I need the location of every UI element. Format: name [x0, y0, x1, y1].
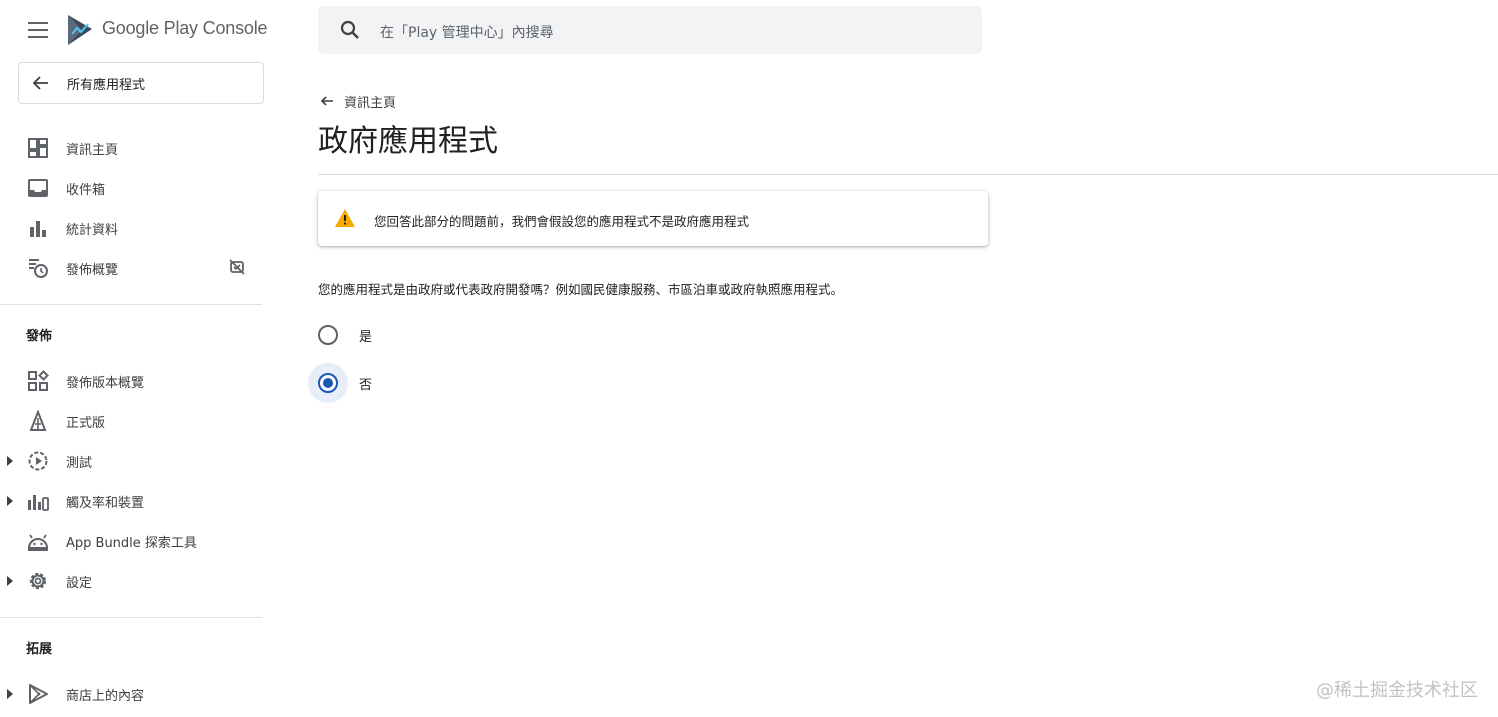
all-apps-label: 所有應用程式	[67, 77, 146, 93]
radio-button-yes[interactable]	[308, 315, 348, 355]
publishing-overview-icon	[29, 259, 48, 278]
sync-off-icon	[229, 259, 245, 275]
sidebar-item-label: 發佈版本概覽	[66, 376, 145, 391]
caret-right-icon[interactable]	[6, 455, 14, 467]
sidebar-item-label: 收件箱	[66, 183, 106, 198]
sidebar-item-release-overview[interactable]: 發佈版本概覽	[0, 361, 262, 401]
sidebar-item-dashboard[interactable]: 資訊主頁	[0, 128, 262, 168]
radio-label-no: 否	[359, 377, 373, 393]
all-apps-button[interactable]: 所有應用程式	[18, 62, 264, 104]
section-title-grow: 拓展	[26, 642, 53, 657]
release-overview-icon	[28, 370, 49, 391]
question-text: 您的應用程式是由政府或代表政府開發嗎？例如國民健康服務、市區泊車或政府執照應用程…	[318, 282, 844, 297]
caret-right-icon[interactable]	[6, 575, 14, 587]
sidebar-item-label: 商店上的內容	[66, 689, 145, 704]
sidebar-item-label: 測試	[66, 456, 93, 471]
arrow-back-icon	[32, 76, 48, 90]
search-bar[interactable]: 在「Play 管理中心」內搜尋	[318, 6, 982, 54]
watermark: @稀土掘金技术社区	[1316, 680, 1478, 701]
sidebar: Google Play Console 所有應用程式 資訊主頁 收件箱 統計資料	[0, 0, 268, 717]
reach-devices-icon	[28, 495, 49, 511]
bar-chart-icon	[30, 221, 46, 237]
warning-icon	[335, 209, 355, 227]
sidebar-item-app-bundle-explorer[interactable]: App Bundle 探索工具	[0, 521, 262, 561]
sidebar-item-label: 發佈概覽	[66, 263, 119, 278]
play-store-icon	[29, 684, 48, 704]
brand-header: Google Play Console	[0, 0, 268, 60]
search-input[interactable]: 在「Play 管理中心」內搜尋	[380, 22, 554, 42]
sidebar-item-testing[interactable]: 測試	[0, 441, 262, 481]
android-icon	[27, 534, 49, 551]
inbox-icon	[28, 179, 48, 197]
search-icon	[340, 20, 359, 39]
sidebar-item-publishing-overview[interactable]: 發佈概覽	[0, 248, 262, 288]
production-icon	[29, 410, 47, 431]
sidebar-divider	[0, 304, 262, 305]
menu-icon[interactable]	[28, 22, 48, 38]
sidebar-item-label: 資訊主頁	[66, 143, 119, 158]
sidebar-item-label: 正式版	[66, 416, 106, 431]
title-divider	[318, 174, 1498, 175]
settings-icon	[29, 572, 47, 590]
sidebar-item-production[interactable]: 正式版	[0, 401, 262, 441]
radio-option-no[interactable]: 否	[308, 363, 608, 403]
back-link-label: 資訊主頁	[344, 95, 397, 111]
sidebar-item-statistics[interactable]: 統計資料	[0, 208, 262, 248]
warning-banner: 您回答此部分的問題前，我們會假設您的應用程式不是政府應用程式	[318, 191, 988, 246]
sidebar-item-inbox[interactable]: 收件箱	[0, 168, 262, 208]
sidebar-divider	[0, 617, 262, 618]
caret-right-icon[interactable]	[6, 495, 14, 507]
arrow-back-icon	[320, 96, 333, 106]
sidebar-item-label: App Bundle 探索工具	[66, 536, 197, 551]
page-title: 政府應用程式	[318, 124, 498, 159]
sidebar-item-store-presence[interactable]: 商店上的內容	[0, 674, 262, 714]
brand-name: Google Play Console	[102, 18, 268, 38]
back-to-dashboard-link[interactable]: 資訊主頁	[320, 91, 396, 111]
testing-icon	[28, 451, 48, 471]
radio-label-yes: 是	[359, 329, 373, 345]
sidebar-item-label: 設定	[66, 576, 93, 591]
sidebar-item-label: 統計資料	[66, 223, 119, 238]
radio-option-yes[interactable]: 是	[308, 315, 608, 355]
section-title-release: 發佈	[26, 329, 53, 344]
caret-right-icon[interactable]	[6, 688, 14, 700]
sidebar-item-reach-devices[interactable]: 觸及率和裝置	[0, 481, 262, 521]
play-console-logo	[68, 15, 92, 45]
sidebar-item-settings[interactable]: 設定	[0, 561, 262, 601]
warning-text: 您回答此部分的問題前，我們會假設您的應用程式不是政府應用程式	[374, 214, 750, 229]
dashboard-icon	[28, 138, 48, 158]
sidebar-item-label: 觸及率和裝置	[66, 496, 145, 511]
radio-button-no[interactable]	[308, 363, 348, 403]
